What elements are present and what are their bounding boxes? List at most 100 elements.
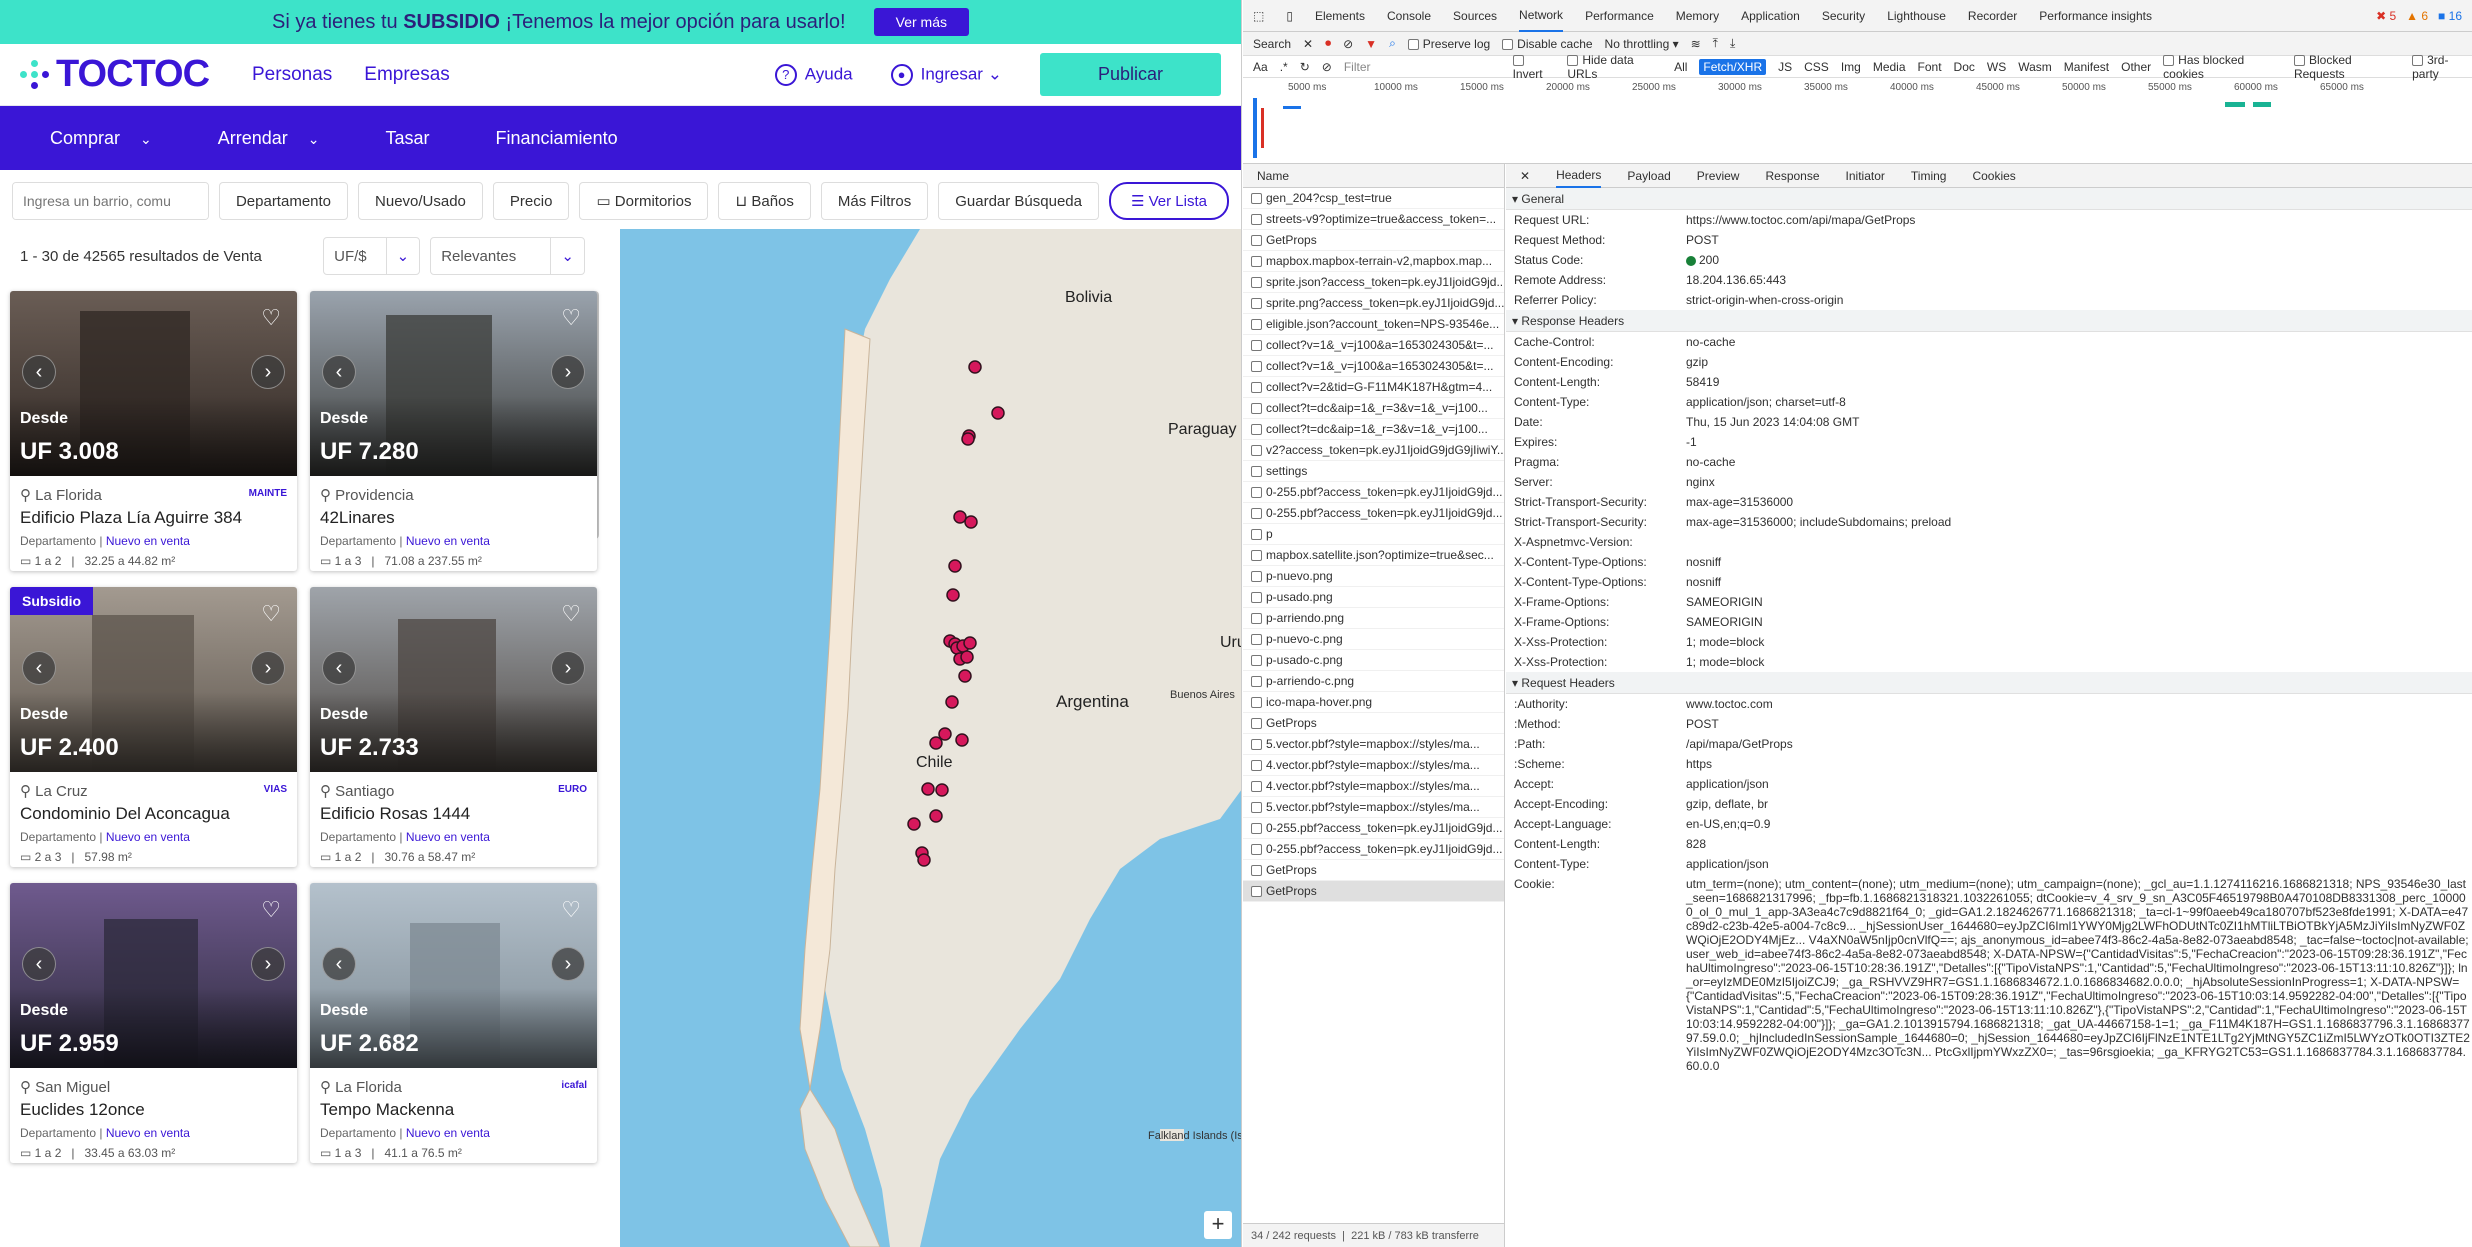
request-row[interactable]: eligible.json?account_token=NPS-93546e..… [1243, 314, 1504, 335]
property-pin[interactable] [955, 733, 969, 747]
tab-performance-insights[interactable]: Performance insights [2039, 9, 2152, 23]
tab-recorder[interactable]: Recorder [1968, 9, 2017, 23]
request-row[interactable]: p-arriendo-c.png [1243, 671, 1504, 692]
type-js[interactable]: JS [1778, 60, 1792, 74]
prev-photo-icon[interactable]: ‹ [322, 651, 356, 685]
favorite-heart-icon[interactable]: ♡ [561, 305, 581, 331]
property-map[interactable]: Bolivia Paraguay Argentina Chile Buenos … [620, 229, 1241, 1247]
tab-headers[interactable]: Headers [1556, 164, 1602, 188]
request-row[interactable]: 0-255.pbf?access_token=pk.eyJ1IjoidG9jd.… [1243, 503, 1504, 524]
menu-financiamiento[interactable]: Financiamiento [496, 128, 618, 149]
next-photo-icon[interactable]: › [251, 947, 285, 981]
menu-tasar[interactable]: Tasar [386, 128, 430, 149]
property-list[interactable]: ♡ ‹ › Desde UF 3.008 ⚲ La Florida Edificio Pla… [0, 283, 605, 1247]
wifi-icon[interactable]: ≋ [1691, 37, 1701, 51]
property-pin[interactable] [963, 636, 977, 650]
tab-security[interactable]: Security [1822, 9, 1865, 23]
clear-search-icon[interactable]: ⊘ [1322, 60, 1332, 74]
upload-icon[interactable]: ⤒ [1713, 36, 1718, 51]
throttling-select[interactable]: No throttling ▾ [1605, 37, 1679, 51]
next-photo-icon[interactable]: › [551, 947, 585, 981]
preserve-log-checkbox[interactable]: Preserve log [1407, 37, 1490, 51]
tab-preview[interactable]: Preview [1697, 169, 1740, 183]
type-doc[interactable]: Doc [1954, 60, 1975, 74]
property-pin[interactable] [964, 515, 978, 529]
property-pin[interactable] [907, 817, 921, 831]
type-all[interactable]: All [1674, 60, 1687, 74]
tab-payload[interactable]: Payload [1627, 169, 1670, 183]
request-row[interactable]: streets-v9?optimize=true&access_token=..… [1243, 209, 1504, 230]
download-icon[interactable]: ⤓ [1730, 36, 1735, 51]
close-detail-icon[interactable]: ✕ [1520, 169, 1530, 183]
tab-response[interactable]: Response [1765, 169, 1819, 183]
request-row[interactable]: 4.vector.pbf?style=mapbox://styles/ma... [1243, 776, 1504, 797]
property-pin[interactable] [945, 695, 959, 709]
request-row[interactable]: collect?t=dc&aip=1&_r=3&v=1&_v=j100... [1243, 398, 1504, 419]
card-title[interactable]: Euclides 12once [20, 1100, 287, 1120]
filter-mas-filtros[interactable]: Más Filtros [820, 182, 929, 220]
request-row[interactable]: 0-255.pbf?access_token=pk.eyJ1IjoidG9jd.… [1243, 482, 1504, 503]
property-photo[interactable]: ♡ ‹ › Desde UF 2.733 [310, 587, 597, 772]
property-pin[interactable] [948, 559, 962, 573]
request-row[interactable]: 0-255.pbf?access_token=pk.eyJ1IjoidG9jd.… [1243, 818, 1504, 839]
request-row[interactable]: ico-mapa-hover.png [1243, 692, 1504, 713]
request-row[interactable]: collect?v=2&tid=G-F11M4K187H&gtm=4... [1243, 377, 1504, 398]
property-pin[interactable] [991, 406, 1005, 420]
property-pin[interactable] [968, 360, 982, 374]
card-title[interactable]: Tempo Mackenna [320, 1100, 587, 1120]
tab-console[interactable]: Console [1387, 9, 1431, 23]
currency-select[interactable]: UF/$ ⌄ [323, 237, 421, 275]
property-pin[interactable] [935, 783, 949, 797]
tab-timing[interactable]: Timing [1911, 169, 1947, 183]
next-photo-icon[interactable]: › [551, 651, 585, 685]
type-wasm[interactable]: Wasm [2018, 60, 2052, 74]
property-pin[interactable] [958, 669, 972, 683]
property-pin[interactable] [929, 736, 943, 750]
favorite-heart-icon[interactable]: ♡ [561, 601, 581, 627]
card-title[interactable]: Condominio Del Aconcagua [20, 804, 287, 824]
ver-lista-button[interactable]: ☰ Ver Lista [1109, 182, 1229, 220]
filter-departamento[interactable]: Departamento [218, 182, 349, 220]
request-row[interactable]: GetProps [1243, 860, 1504, 881]
property-pin[interactable] [946, 588, 960, 602]
card-title[interactable]: Edificio Rosas 1444 [320, 804, 587, 824]
request-row[interactable]: p-arriendo.png [1243, 608, 1504, 629]
request-row[interactable]: collect?v=1&_v=j100&a=1653024305&t=... [1243, 356, 1504, 377]
request-row[interactable]: 5.vector.pbf?style=mapbox://styles/ma... [1243, 734, 1504, 755]
favorite-heart-icon[interactable]: ♡ [261, 897, 281, 923]
ver-mas-button[interactable]: Ver más [873, 8, 969, 36]
type-manifest[interactable]: Manifest [2064, 60, 2109, 74]
blocked-requests-checkbox[interactable]: Blocked Requests [2293, 53, 2400, 81]
name-column-header[interactable]: Name [1243, 164, 1504, 188]
prev-photo-icon[interactable]: ‹ [22, 651, 56, 685]
regex-icon[interactable]: .* [1280, 60, 1288, 74]
request-row[interactable]: mapbox.satellite.json?optimize=true&sec.… [1243, 545, 1504, 566]
nav-empresas[interactable]: Empresas [364, 64, 450, 86]
prev-photo-icon[interactable]: ‹ [322, 355, 356, 389]
request-row[interactable]: sprite.json?access_token=pk.eyJ1IjoidG9j… [1243, 272, 1504, 293]
hide-data-urls-checkbox[interactable]: Hide data URLs [1567, 53, 1662, 81]
favorite-heart-icon[interactable]: ♡ [261, 305, 281, 331]
property-pin[interactable] [960, 650, 974, 664]
property-card[interactable]: ♡ ‹ › Desde UF 2.733 ⚲ Santiago Edificio Rosas… [310, 587, 597, 867]
type-css[interactable]: CSS [1804, 60, 1829, 74]
request-row[interactable]: collect?t=dc&aip=1&_r=3&v=1&_v=j100... [1243, 419, 1504, 440]
blocked-cookies-checkbox[interactable]: Has blocked cookies [2163, 53, 2282, 81]
property-pin[interactable] [929, 809, 943, 823]
next-photo-icon[interactable]: › [251, 355, 285, 389]
tab-initiator[interactable]: Initiator [1846, 169, 1885, 183]
match-case-icon[interactable]: Aa [1253, 60, 1268, 74]
clear-icon[interactable]: ⊘ [1343, 37, 1353, 51]
request-row[interactable]: p [1243, 524, 1504, 545]
menu-arrendar[interactable]: Arrendar ⌄ [218, 128, 320, 149]
tab-application[interactable]: Application [1741, 9, 1800, 23]
request-headers-section[interactable]: ▾ Request Headers [1506, 672, 2472, 694]
filter-input[interactable]: Filter [1344, 60, 1501, 74]
property-pin[interactable] [961, 432, 975, 446]
property-card[interactable]: ♡ ‹ › Desde UF 2.959 ⚲ San Miguel Euclides 12o… [10, 883, 297, 1163]
property-pin[interactable] [921, 782, 935, 796]
next-photo-icon[interactable]: › [551, 355, 585, 389]
request-row[interactable]: p-nuevo.png [1243, 566, 1504, 587]
request-row[interactable]: p-usado.png [1243, 587, 1504, 608]
ingresar-link[interactable]: ● Ingresar ⌄ [890, 63, 1002, 86]
